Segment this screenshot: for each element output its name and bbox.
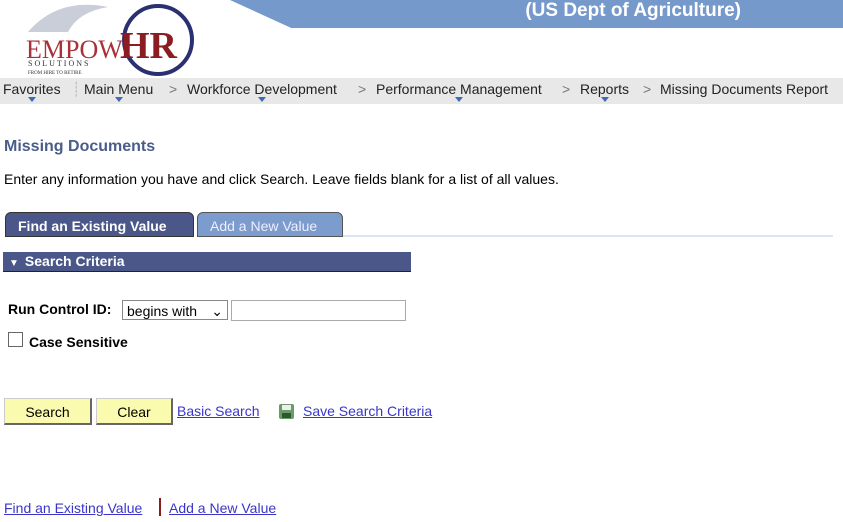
search-criteria-header[interactable]: ▼ Search Criteria [3,252,411,272]
org-name: (US Dept of Agriculture) [525,0,741,21]
tab-divider [343,235,833,237]
run-control-id-input[interactable] [231,300,406,321]
nav-main-menu[interactable]: Main Menu [84,81,154,102]
tab-find-existing-value[interactable]: Find an Existing Value [5,212,194,237]
dropdown-arrow-icon [454,97,463,102]
dropdown-arrow-icon [114,97,123,102]
chevron-down-icon: ⌄ [211,303,223,319]
banner: (US Dept of Agriculture) EMPOW HR SOLUTI… [0,0,843,78]
divider [159,498,161,516]
divider: ┊ [72,81,81,97]
nav-performance-management[interactable]: Performance Management [376,81,542,102]
empowhr-logo: EMPOW HR SOLUTIONS FROM HIRE TO RETIRE [26,4,194,76]
operator-select[interactable]: begins with ⌄ [122,300,228,320]
chevron-right-icon: > [562,81,571,97]
page-title: Missing Documents [4,138,156,155]
svg-text:HR: HR [120,25,178,67]
chevron-right-icon: > [643,81,652,97]
basic-search-link[interactable]: Basic Search [177,403,259,419]
section-label: Search Criteria [24,253,125,269]
clear-button[interactable]: Clear [96,398,173,425]
svg-text:FROM HIRE TO RETIRE: FROM HIRE TO RETIRE [28,71,82,76]
chevron-right-icon: > [169,81,178,97]
run-control-id-label: Run Control ID: [8,301,112,317]
save-icon[interactable] [278,403,295,420]
operator-value: begins with [127,303,198,319]
nav-label: Performance Management [376,81,542,97]
instructions: Enter any information you have and click… [4,171,559,187]
tab-add-new-value[interactable]: Add a New Value [197,212,343,237]
save-search-criteria-link[interactable]: Save Search Criteria [303,403,432,419]
collapse-triangle-icon: ▼ [9,258,19,269]
dropdown-arrow-icon [257,97,266,102]
search-button[interactable]: Search [4,398,92,425]
dropdown-arrow-icon [600,97,609,102]
case-sensitive-checkbox[interactable] [8,332,23,347]
footer-find-existing-value-link[interactable]: Find an Existing Value [4,500,142,516]
nav-favorites[interactable]: Favorites [3,81,61,102]
nav-label: Reports [580,81,630,97]
nav-workforce-development[interactable]: Workforce Development [187,81,337,102]
dropdown-arrow-icon [27,97,36,102]
breadcrumb-nav: Favorites ┊ Main Menu > Workforce Develo… [0,78,843,104]
case-sensitive-label: Case Sensitive [29,334,128,350]
nav-reports[interactable]: Reports [580,81,630,102]
footer-add-new-value-link[interactable]: Add a New Value [169,500,276,516]
nav-missing-documents-report[interactable]: Missing Documents Report [660,81,828,97]
svg-text:SOLUTIONS: SOLUTIONS [28,59,90,68]
nav-label: Favorites [3,81,61,97]
nav-label: Main Menu [84,81,154,97]
chevron-right-icon: > [358,81,367,97]
nav-label: Workforce Development [187,81,337,97]
